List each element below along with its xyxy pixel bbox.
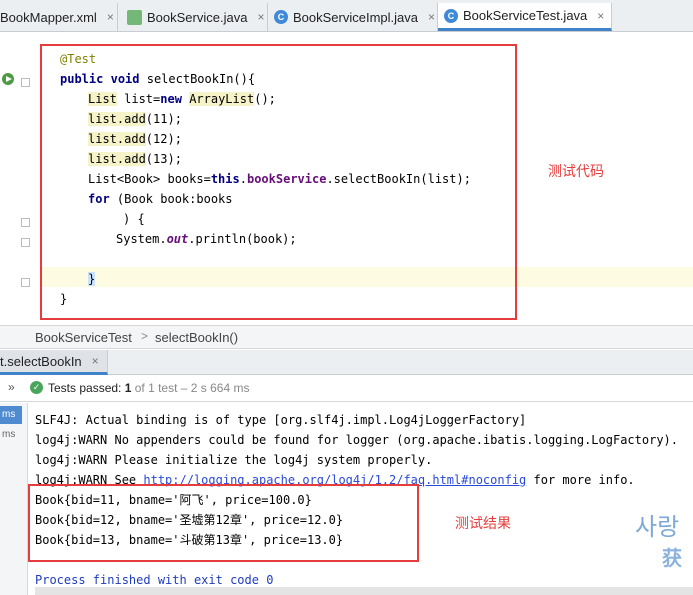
test-duration-badge[interactable]: ms bbox=[0, 406, 22, 424]
console-text: for more info. bbox=[526, 473, 635, 487]
editor-gutter bbox=[0, 33, 40, 325]
breadcrumb-class[interactable]: BookServiceTest bbox=[35, 330, 132, 345]
editor-tab-bar: BookMapper.xml × BookService.java × C Bo… bbox=[0, 0, 693, 32]
watermark-text: 获 bbox=[662, 546, 682, 570]
test-result-rest: of 1 test – 2 s 664 ms bbox=[131, 381, 250, 395]
console-line: SLF4J: Actual binding is of type [org.sl… bbox=[35, 413, 527, 427]
run-tool-window-header: t.selectBookIn × bbox=[0, 350, 693, 375]
fold-icon[interactable] bbox=[21, 218, 30, 227]
breadcrumb-method[interactable]: selectBookIn() bbox=[155, 330, 238, 345]
close-icon[interactable]: × bbox=[107, 10, 114, 24]
run-test-icon[interactable] bbox=[2, 73, 14, 85]
horizontal-scrollbar[interactable] bbox=[35, 587, 693, 595]
tab-run-configuration[interactable]: t.selectBookIn × bbox=[0, 350, 108, 375]
console-line: log4j:WARN No appenders could be found f… bbox=[35, 433, 678, 447]
result-highlight-box bbox=[28, 484, 419, 562]
close-icon[interactable]: × bbox=[597, 9, 604, 23]
test-result-summary: Tests passed: 1 of 1 test – 2 s 664 ms bbox=[48, 381, 249, 395]
test-duration-badge[interactable]: ms bbox=[0, 426, 22, 444]
tab-label: BookServiceTest.java bbox=[463, 8, 588, 23]
tab-bookserviceimpl-java[interactable]: C BookServiceImpl.java × bbox=[268, 3, 438, 31]
test-result-prefix: Tests passed: bbox=[48, 381, 125, 395]
fold-icon[interactable] bbox=[21, 278, 30, 287]
code-highlight-box bbox=[40, 44, 517, 320]
tab-bookmapper-xml[interactable]: BookMapper.xml × bbox=[0, 3, 118, 31]
class-icon: C bbox=[274, 10, 288, 24]
expand-arrows-icon[interactable]: » bbox=[8, 380, 15, 394]
result-annotation-label: 测试结果 bbox=[455, 516, 511, 532]
breadcrumb-separator: > bbox=[141, 329, 149, 343]
code-annotation-label: 测试代码 bbox=[548, 164, 604, 180]
close-icon[interactable]: × bbox=[428, 10, 435, 24]
check-icon: ✓ bbox=[30, 381, 43, 394]
tab-bookservicetest-java[interactable]: C BookServiceTest.java × bbox=[438, 3, 612, 31]
close-icon[interactable]: × bbox=[92, 354, 99, 368]
tab-label: BookMapper.xml bbox=[0, 9, 97, 25]
tab-bookservice-java[interactable]: BookService.java × bbox=[121, 3, 268, 31]
console-gutter: ms ms bbox=[0, 403, 28, 595]
interface-icon bbox=[127, 9, 142, 25]
breadcrumb: BookServiceTest > selectBookIn() bbox=[0, 325, 693, 349]
test-status-bar: » ✓ Tests passed: 1 of 1 test – 2 s 664 … bbox=[0, 376, 693, 402]
tab-label: BookServiceImpl.java bbox=[293, 9, 418, 25]
console-line: log4j:WARN Please initialize the log4j s… bbox=[35, 453, 433, 467]
class-icon: C bbox=[444, 8, 458, 23]
fold-icon[interactable] bbox=[21, 238, 30, 247]
fold-icon[interactable] bbox=[21, 78, 30, 87]
watermark-text: 사랑 bbox=[635, 513, 680, 541]
run-tab-label: t.selectBookIn bbox=[0, 353, 82, 369]
close-icon[interactable]: × bbox=[257, 10, 264, 24]
tab-label: BookService.java bbox=[147, 9, 248, 25]
